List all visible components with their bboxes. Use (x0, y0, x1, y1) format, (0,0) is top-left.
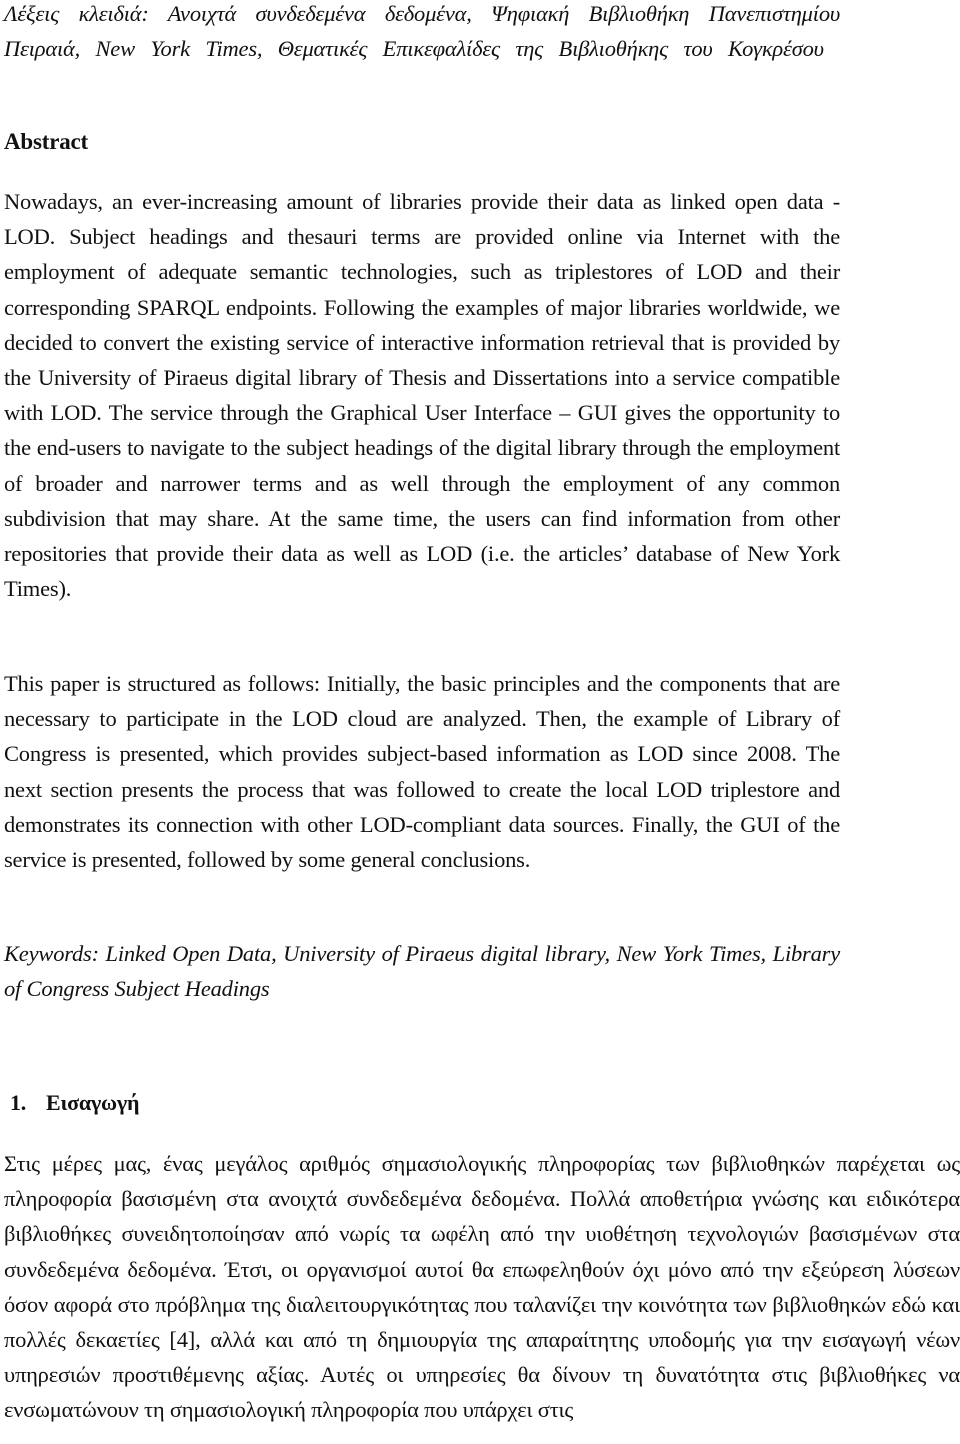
english-keywords-paragraph: Keywords: Linked Open Data, University o… (4, 941, 840, 1002)
section-title: Εισαγωγή (46, 1090, 140, 1115)
section-heading: 1. Εισαγωγή (10, 1085, 410, 1120)
paper-structure-paragraph: This paper is structured as follows: Ini… (4, 671, 840, 873)
introduction-paragraph: Στις μέρες μας, ένας μεγάλος αριθμός σημ… (4, 1151, 960, 1423)
section-number: 1. (10, 1090, 27, 1115)
abstract-body-paragraph: Nowadays, an ever-increasing amount of l… (4, 189, 840, 602)
greek-keywords-paragraph: Λέξεις κλειδιά: Ανοιχτά συνδεδεμένα δεδο… (4, 1, 840, 62)
abstract-heading: Abstract (4, 129, 88, 154)
